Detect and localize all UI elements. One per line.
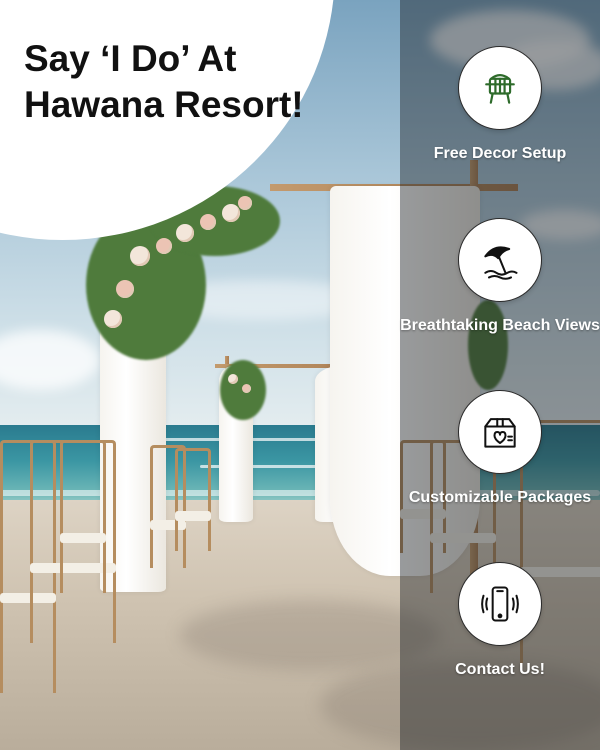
flower (222, 204, 240, 222)
flower (104, 310, 122, 328)
phone-icon[interactable] (458, 562, 542, 646)
headline: Say ‘I Do’ At Hawana Resort! (24, 38, 304, 125)
flower (228, 374, 238, 384)
decor-icon (458, 46, 542, 130)
gift-box-heart-icon (458, 390, 542, 474)
flower (156, 238, 172, 254)
flower (130, 246, 150, 266)
chair (175, 448, 211, 551)
feature-label: Free Decor Setup (433, 145, 567, 162)
feature-customizable-packages: Customizable Packages (400, 390, 600, 509)
feature-label: Breathtaking Beach Views (400, 317, 600, 334)
promo-page: Say ‘I Do’ At Hawana Resort! Free Decor … (0, 0, 600, 750)
feature-contact-us[interactable]: Contact Us! (400, 562, 600, 681)
beach-umbrella-icon (458, 218, 542, 302)
flower (242, 384, 251, 393)
flower (176, 224, 194, 242)
feature-beach-views: Breathtaking Beach Views (400, 218, 600, 337)
flower (238, 196, 252, 210)
chair (60, 440, 106, 593)
feature-label: Customizable Packages (408, 489, 592, 506)
contact-us-link[interactable]: Contact Us! (400, 660, 600, 681)
flower (200, 214, 216, 230)
feature-free-decor-setup: Free Decor Setup (400, 46, 600, 165)
flower (116, 280, 134, 298)
